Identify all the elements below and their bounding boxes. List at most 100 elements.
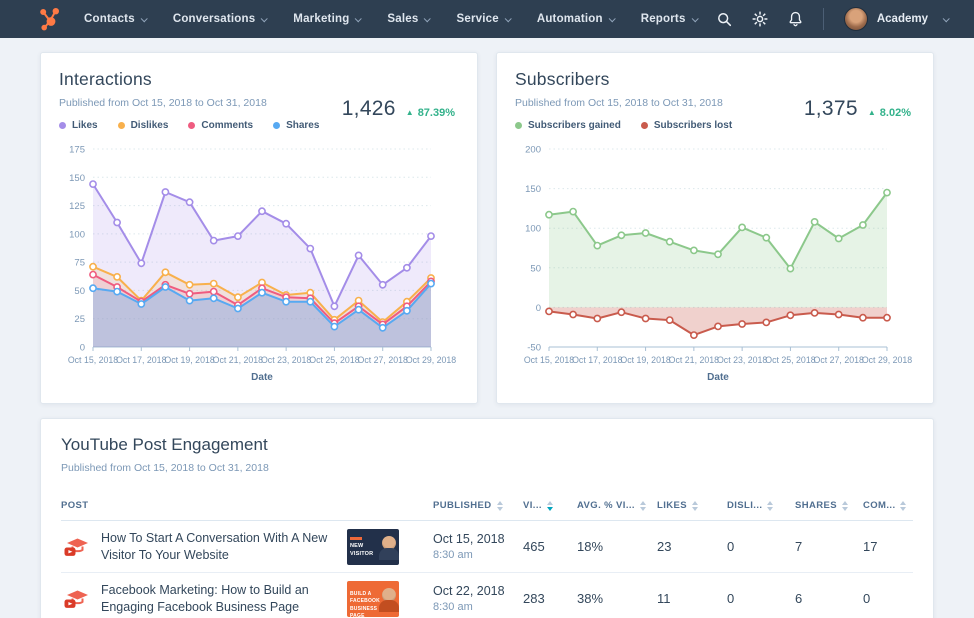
- nav-item-label: Reports: [640, 13, 686, 25]
- views-cell: 465: [523, 539, 545, 554]
- subscribers-total-block: 1,375 ▲ 8.02%: [804, 97, 911, 121]
- likes-dot-icon: [59, 122, 66, 129]
- svg-text:Oct 21, 2018: Oct 21, 2018: [669, 355, 719, 365]
- presenter-face: [379, 535, 399, 560]
- avg-pct-viewed-cell: 18%: [577, 539, 604, 554]
- comments-cell: 17: [863, 539, 878, 554]
- published-time: 8:30 am: [433, 601, 473, 613]
- published-time: 8:30 am: [433, 549, 473, 561]
- subscribers-line-chart: 200150100500-50Oct 15, 2018Oct 17, 2018O…: [524, 145, 912, 384]
- thumbnail-caption: BUILD A FACEBOOK BUSINESS PAGE: [350, 590, 380, 617]
- search-icon[interactable]: [717, 12, 732, 27]
- chevron-down-icon: [504, 14, 512, 22]
- published-cell: Oct 22, 2018 8:30 am: [433, 584, 523, 613]
- svg-text:Oct 15, 2018: Oct 15, 2018: [524, 355, 574, 365]
- column-header-post[interactable]: POST: [61, 500, 433, 511]
- subscribers-legend: Subscribers gained Subscribers lost: [515, 120, 915, 131]
- svg-text:Oct 17, 2018: Oct 17, 2018: [572, 355, 622, 365]
- svg-text:150: 150: [69, 173, 85, 184]
- avg-pct-viewed-cell: 38%: [577, 591, 604, 606]
- thumbnail-accent-bar: [350, 536, 362, 540]
- shares-cell: 6: [795, 591, 803, 606]
- published-date: Oct 22, 2018: [433, 584, 505, 598]
- column-label: VI...: [523, 500, 542, 511]
- top-nav: Contacts Conversations Marketing Sales S…: [0, 0, 974, 38]
- nav-divider: [822, 8, 824, 30]
- legend-item-subscribers-gained[interactable]: Subscribers gained: [515, 120, 621, 131]
- views-cell: 283: [523, 591, 545, 606]
- svg-text:50: 50: [530, 263, 541, 274]
- column-header-comments[interactable]: COM...: [863, 500, 913, 511]
- legend-item-subscribers-lost[interactable]: Subscribers lost: [640, 120, 733, 131]
- trend-up-icon: ▲: [867, 108, 876, 117]
- subscribers-delta-value: 8.02%: [879, 106, 911, 119]
- sort-icon[interactable]: [900, 500, 907, 511]
- svg-text:Date: Date: [707, 372, 729, 383]
- column-label: DISLI...: [727, 500, 763, 511]
- interactions-total-block: 1,426 ▲ 87.39%: [342, 97, 455, 121]
- table-row: How To Start A Conversation With A New V…: [61, 521, 913, 573]
- nav-item-marketing[interactable]: Marketing: [293, 13, 363, 25]
- legend-item-dislikes[interactable]: Dislikes: [117, 120, 168, 131]
- account-menu[interactable]: Academy: [843, 7, 950, 31]
- post-title-link[interactable]: Facebook Marketing: How to Build an Enga…: [101, 582, 335, 616]
- interactions-delta: ▲ 87.39%: [406, 107, 455, 119]
- video-thumbnail[interactable]: BUILD A FACEBOOK BUSINESS PAGE: [347, 580, 399, 617]
- sort-icon[interactable]: [767, 500, 774, 511]
- column-header-shares[interactable]: SHARES: [795, 500, 863, 511]
- nav-item-sales[interactable]: Sales: [387, 13, 432, 25]
- legend-label: Subscribers lost: [653, 120, 733, 131]
- dislikes-cell: 0: [727, 591, 735, 606]
- youtube-academy-icon: [64, 538, 88, 556]
- settings-gear-icon[interactable]: [752, 11, 768, 27]
- nav-item-label: Conversations: [172, 13, 256, 25]
- svg-text:Oct 23, 2018: Oct 23, 2018: [261, 355, 311, 365]
- column-header-avg-pct-viewed[interactable]: AVG. % VI...: [577, 500, 657, 511]
- sort-icon[interactable]: [691, 500, 698, 511]
- nav-item-contacts[interactable]: Contacts: [84, 13, 148, 25]
- column-label: PUBLISHED: [433, 500, 492, 511]
- legend-item-likes[interactable]: Likes: [59, 120, 98, 131]
- sort-icon[interactable]: [496, 500, 503, 511]
- svg-text:Date: Date: [251, 372, 273, 383]
- subscribers-delta: ▲ 8.02%: [868, 107, 911, 119]
- column-header-views[interactable]: VI...: [523, 500, 577, 511]
- sort-icon[interactable]: [546, 500, 553, 511]
- column-header-dislikes[interactable]: DISLI...: [727, 500, 795, 511]
- nav-item-service[interactable]: Service: [456, 13, 512, 25]
- table-title: YouTube Post Engagement: [61, 435, 268, 454]
- svg-text:Oct 21, 2018: Oct 21, 2018: [213, 355, 263, 365]
- nav-item-automation[interactable]: Automation: [536, 13, 616, 25]
- table-row: Facebook Marketing: How to Build an Enga…: [61, 573, 913, 618]
- svg-text:50: 50: [74, 286, 85, 297]
- nav-item-reports[interactable]: Reports: [640, 13, 699, 25]
- interactions-delta-value: 87.39%: [417, 106, 455, 119]
- video-thumbnail[interactable]: NEW VISITOR: [347, 528, 399, 565]
- svg-text:150: 150: [525, 184, 541, 195]
- column-header-likes[interactable]: LIKES: [657, 500, 727, 511]
- sort-icon[interactable]: [639, 500, 646, 511]
- sort-icon[interactable]: [842, 500, 848, 511]
- svg-text:Oct 23, 2018: Oct 23, 2018: [717, 355, 767, 365]
- nav-item-label: Automation: [536, 13, 603, 25]
- notifications-bell-icon[interactable]: [788, 11, 803, 27]
- column-label: LIKES: [657, 500, 687, 511]
- column-label: AVG. % VI...: [577, 500, 635, 511]
- legend-item-shares[interactable]: Shares: [273, 120, 319, 131]
- svg-text:Oct 25, 2018: Oct 25, 2018: [765, 355, 815, 365]
- hubspot-logo-icon[interactable]: [38, 7, 62, 31]
- chevron-down-icon: [942, 14, 950, 22]
- post-cell: How To Start A Conversation With A New V…: [61, 528, 433, 565]
- youtube-academy-icon: [64, 590, 88, 608]
- published-cell: Oct 15, 2018 8:30 am: [433, 532, 523, 561]
- legend-label: Shares: [286, 120, 320, 131]
- svg-text:100: 100: [525, 224, 541, 235]
- post-title-link[interactable]: How To Start A Conversation With A New V…: [101, 530, 335, 564]
- column-header-published[interactable]: PUBLISHED: [433, 500, 523, 511]
- legend-item-comments[interactable]: Comments: [188, 120, 253, 131]
- shares-dot-icon: [273, 122, 281, 129]
- chevron-down-icon: [424, 14, 432, 22]
- nav-item-conversations[interactable]: Conversations: [172, 13, 269, 25]
- nav-item-label: Service: [456, 13, 499, 25]
- chevron-down-icon: [140, 14, 148, 22]
